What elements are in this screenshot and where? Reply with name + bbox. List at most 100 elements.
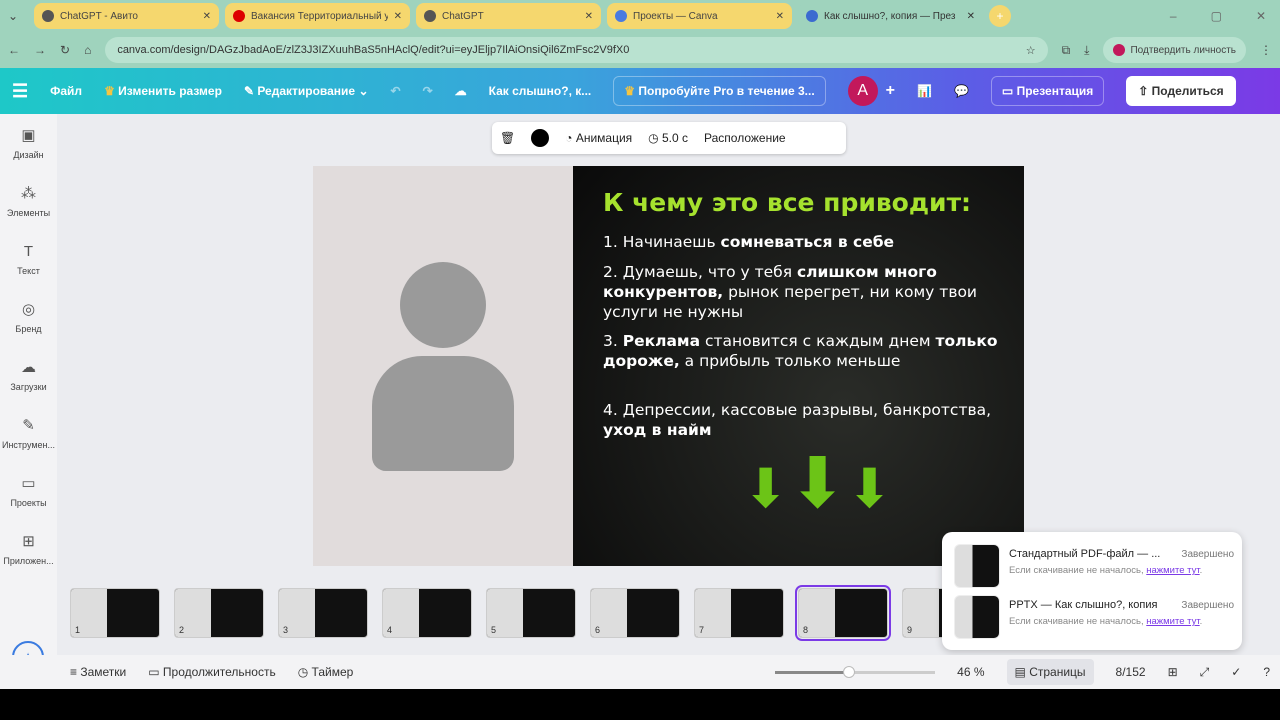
duration-button[interactable]: ▭ Продолжительность	[148, 665, 275, 679]
close-icon[interactable]: ✕	[203, 11, 211, 22]
close-icon[interactable]: ✕	[585, 11, 593, 22]
sidebar-item-brand[interactable]: ◎ Бренд	[0, 288, 57, 346]
share-button[interactable]: ⇧ Поделиться	[1126, 76, 1236, 106]
add-collaborator-icon[interactable]: +	[886, 82, 895, 100]
trash-icon[interactable]: 🗑	[500, 131, 515, 145]
page-number: 7	[699, 625, 705, 635]
image-placeholder[interactable]	[313, 166, 573, 566]
grid-view-icon[interactable]: ⊞	[1168, 665, 1178, 679]
page-thumbnail[interactable]: 4	[382, 588, 472, 638]
person-placeholder-icon	[400, 262, 486, 348]
crown-icon: ♛	[624, 84, 636, 98]
page-thumbnail[interactable]: 3	[278, 588, 368, 638]
notes-button[interactable]: ≡ Заметки	[70, 665, 126, 679]
reload-icon[interactable]: ↻	[60, 43, 70, 57]
crown-icon: ♛	[104, 84, 115, 98]
browser-tab[interactable]: ChatGPT - Авито ✕	[34, 3, 219, 29]
home-icon[interactable]: ⌂	[84, 43, 91, 57]
browser-tabs: ⌄ ChatGPT - Авито ✕ Вакансия Территориаль…	[0, 0, 1280, 32]
slide-content: К чему это все приводит: 1. Начинаешь со…	[573, 166, 1024, 566]
edit-mode-button[interactable]: ✎ Редактирование ⌄	[244, 84, 369, 98]
restore-icon[interactable]: ▢	[1211, 9, 1222, 23]
url-input[interactable]: canva.com/design/DAGzJbadAoE/zlZ3J3IZXuu…	[105, 37, 1048, 63]
pen-icon: ✎	[22, 417, 35, 434]
point-1[interactable]: 1. Начинаешь сомневаться в себе	[603, 232, 1003, 252]
undo-icon[interactable]: ↶	[391, 84, 401, 98]
download-thumbnail	[954, 544, 1000, 588]
position-button[interactable]: Расположение	[704, 131, 786, 145]
resize-button[interactable]: ♛ Изменить размер	[104, 84, 222, 98]
help-icon[interactable]: ?	[1263, 665, 1270, 679]
animation-button[interactable]: ◔ Анимация	[565, 131, 632, 145]
close-icon[interactable]: ✕	[776, 11, 784, 22]
sidebar-item-tools[interactable]: ✎ Инструмен...	[0, 404, 57, 462]
chatgpt-icon	[424, 10, 436, 22]
browser-tab-active[interactable]: Как слышно?, копия — През ✕	[798, 3, 983, 29]
tab-menu-icon[interactable]: ⌄	[8, 9, 28, 23]
zoom-level[interactable]: 46 %	[957, 665, 984, 679]
page-thumbnail[interactable]: 6	[590, 588, 680, 638]
star-icon[interactable]: ☆	[1026, 44, 1036, 57]
try-pro-button[interactable]: ♛ Попробуйте Pro в течение 3...	[613, 76, 826, 106]
file-menu[interactable]: Файл	[50, 84, 82, 98]
slide-title[interactable]: К чему это все приводит:	[603, 188, 971, 217]
close-icon[interactable]: ✕	[394, 11, 402, 22]
upload-icon: ☁	[21, 359, 36, 376]
insights-icon[interactable]: 📊	[917, 84, 932, 98]
check-icon[interactable]: ✓	[1231, 665, 1241, 679]
sidebar-item-apps[interactable]: ⊞ Приложен...	[0, 520, 57, 578]
sidebar-item-text[interactable]: T Текст	[0, 230, 57, 288]
pages-button[interactable]: ▤ Страницы	[1006, 659, 1094, 685]
hamburger-icon[interactable]: ☰	[12, 81, 28, 102]
zoom-slider[interactable]	[775, 665, 936, 678]
sidebar-item-projects[interactable]: ▭ Проекты	[0, 462, 57, 520]
brand-icon: ◎	[21, 301, 36, 318]
fullscreen-icon[interactable]: ⤢	[1200, 665, 1210, 680]
page-thumbnail[interactable]: 2	[174, 588, 264, 638]
verify-identity-button[interactable]: Подтвердить личность	[1103, 37, 1246, 63]
canva-icon	[806, 10, 818, 22]
duration-button[interactable]: ◷ 5.0 с	[648, 131, 688, 145]
cloud-saved-icon[interactable]: ☁	[455, 84, 467, 98]
design-icon: ▣	[21, 127, 36, 144]
browser-tab[interactable]: Вакансия Территориальный у ✕	[225, 3, 410, 29]
close-window-icon[interactable]: ✕	[1256, 9, 1266, 23]
color-swatch[interactable]	[531, 129, 550, 147]
page-thumbnail[interactable]: 5	[486, 588, 576, 638]
comment-icon[interactable]: 💬	[954, 84, 969, 98]
point-3[interactable]: 3. Реклама становится с каждым днем толь…	[603, 331, 1003, 371]
back-icon[interactable]: ←	[8, 43, 20, 57]
new-tab-button[interactable]: +	[989, 5, 1011, 27]
browser-tab[interactable]: Проекты — Canva ✕	[607, 3, 792, 29]
forward-icon[interactable]: →	[34, 43, 46, 57]
menu-icon[interactable]: ⋮	[1260, 43, 1272, 57]
chatgpt-icon	[42, 10, 54, 22]
extensions-icon[interactable]: ⧉	[1062, 43, 1071, 58]
down-arrows-icon: ⬇⬇⬇	[743, 444, 893, 522]
redo-icon[interactable]: ↷	[423, 84, 433, 98]
apps-icon: ⊞	[22, 533, 35, 550]
retry-download-link[interactable]: нажмите тут	[1146, 565, 1199, 576]
sidebar-item-uploads[interactable]: ☁ Загрузки	[0, 346, 57, 404]
close-icon[interactable]: ✕	[967, 11, 975, 22]
download-icon[interactable]: ⤓	[1084, 43, 1089, 58]
folder-icon: ▭	[21, 475, 36, 492]
point-2[interactable]: 2. Думаешь, что у тебя слишком много кон…	[603, 262, 1003, 322]
retry-download-link[interactable]: нажмите тут	[1146, 616, 1199, 627]
page-number: 8	[803, 625, 809, 635]
downloads-popup: Стандартный PDF-файл — ... Завершено Если …	[942, 532, 1242, 650]
point-4[interactable]: 4. Депрессии, кассовые разрывы, банкротс…	[603, 400, 1003, 440]
browser-tab[interactable]: ChatGPT ✕	[416, 3, 601, 29]
sidebar-item-design[interactable]: ▣ Дизайн	[0, 114, 57, 172]
design-title[interactable]: Как слышно?, к...	[489, 84, 592, 98]
profile-icon	[1113, 44, 1126, 56]
avatar[interactable]: A	[847, 76, 878, 106]
page-thumbnail[interactable]: 8	[795, 585, 891, 641]
timer-button[interactable]: ◷ Таймер	[298, 665, 354, 679]
slide[interactable]: К чему это все приводит: 1. Начинаешь со…	[313, 166, 1024, 566]
page-thumbnail[interactable]: 7	[694, 588, 784, 638]
present-button[interactable]: ▭ Презентация	[990, 76, 1105, 106]
minimize-icon[interactable]: –	[1170, 9, 1177, 23]
page-thumbnail[interactable]: 1	[70, 588, 160, 638]
sidebar-item-elements[interactable]: ⁂ Элементы	[0, 172, 57, 230]
